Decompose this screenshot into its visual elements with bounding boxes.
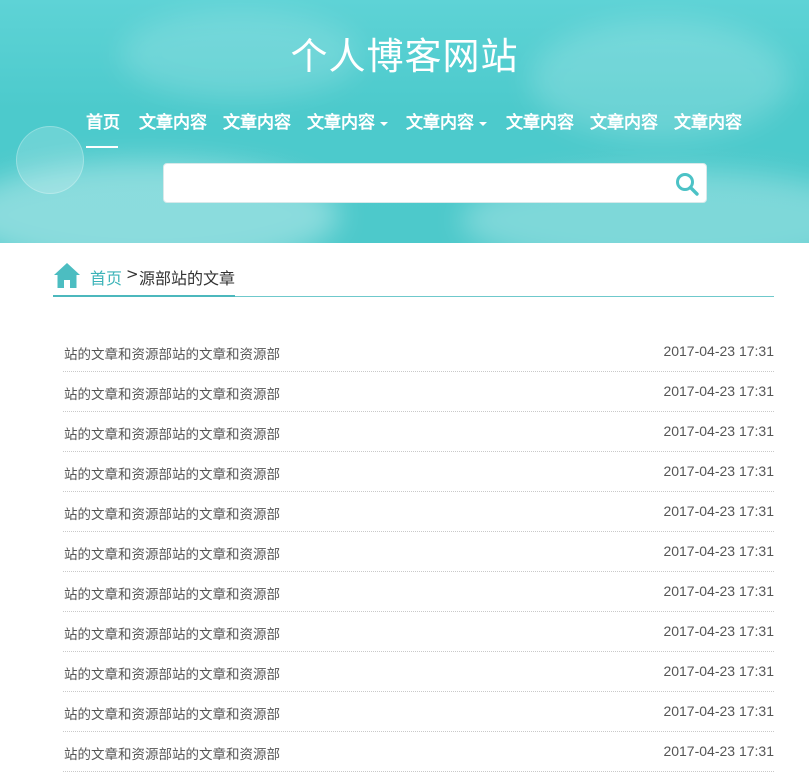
article-date: 2017-04-23 17:31 (663, 383, 774, 399)
nav-item-article-2[interactable]: 文章内容 (223, 108, 291, 133)
list-item: 站的文章和资源部站的文章和资源部 2017-04-23 17:31 (63, 693, 774, 732)
article-title-link[interactable]: 站的文章和资源部站的文章和资源部 (64, 343, 280, 363)
breadcrumb: 首页 > 源部站的文章 (53, 258, 774, 298)
nav-active-indicator (86, 146, 118, 148)
article-title-link[interactable]: 站的文章和资源部站的文章和资源部 (64, 503, 280, 523)
list-item: 站的文章和资源部站的文章和资源部 2017-04-23 17:31 (63, 653, 774, 692)
nav-item-article-5[interactable]: 文章内容 (506, 108, 574, 133)
nav-label: 首页 (86, 113, 120, 133)
breadcrumb-underline (53, 295, 235, 297)
article-title-link[interactable]: 站的文章和资源部站的文章和资源部 (64, 583, 280, 603)
article-date: 2017-04-23 17:31 (663, 543, 774, 559)
nav-label: 文章内容 (307, 113, 375, 133)
article-title-link[interactable]: 站的文章和资源部站的文章和资源部 (64, 743, 280, 763)
search-box (163, 163, 707, 203)
list-item: 站的文章和资源部站的文章和资源部 2017-04-23 17:31 (63, 493, 774, 532)
search-icon[interactable] (674, 171, 700, 197)
main-nav: 首页 文章内容 文章内容 文章内容 文章内容 文章内容 文章内容 文章内容 (0, 108, 809, 148)
article-title-link[interactable]: 站的文章和资源部站的文章和资源部 (64, 423, 280, 443)
breadcrumb-separator: > (126, 265, 139, 283)
article-title-link[interactable]: 站的文章和资源部站的文章和资源部 (64, 543, 280, 563)
list-item: 站的文章和资源部站的文章和资源部 2017-04-23 17:31 (63, 333, 774, 372)
article-title-link[interactable]: 站的文章和资源部站的文章和资源部 (64, 703, 280, 723)
nav-label: 文章内容 (674, 113, 742, 133)
caret-down-icon (479, 121, 487, 126)
article-date: 2017-04-23 17:31 (663, 503, 774, 519)
nav-label: 文章内容 (590, 113, 658, 133)
header-banner: 个人博客网站 首页 文章内容 文章内容 文章内容 文章内容 文章内容 文章内容 … (0, 0, 809, 243)
nav-item-home[interactable]: 首页 (86, 108, 120, 133)
search-input[interactable] (164, 164, 674, 200)
article-title-link[interactable]: 站的文章和资源部站的文章和资源部 (64, 463, 280, 483)
article-title-link[interactable]: 站的文章和资源部站的文章和资源部 (64, 663, 280, 683)
list-item: 站的文章和资源部站的文章和资源部 2017-04-23 17:31 (63, 453, 774, 492)
article-date: 2017-04-23 17:31 (663, 623, 774, 639)
article-date: 2017-04-23 17:31 (663, 663, 774, 679)
list-item: 站的文章和资源部站的文章和资源部 2017-04-23 17:31 (63, 533, 774, 572)
article-date: 2017-04-23 17:31 (663, 463, 774, 479)
article-date: 2017-04-23 17:31 (663, 343, 774, 359)
article-list: 站的文章和资源部站的文章和资源部 2017-04-23 17:31 站的文章和资源… (63, 333, 774, 773)
article-date: 2017-04-23 17:31 (663, 583, 774, 599)
breadcrumb-home-link[interactable]: 首页 (90, 265, 122, 289)
nav-item-article-7[interactable]: 文章内容 (674, 108, 742, 133)
nav-item-article-4-dropdown[interactable]: 文章内容 (406, 108, 487, 133)
home-icon (54, 263, 80, 288)
article-title-link[interactable]: 站的文章和资源部站的文章和资源部 (64, 623, 280, 643)
breadcrumb-current: 源部站的文章 (139, 269, 236, 288)
list-item: 站的文章和资源部站的文章和资源部 2017-04-23 17:31 (63, 413, 774, 452)
nav-item-article-3-dropdown[interactable]: 文章内容 (307, 108, 388, 133)
nav-label: 文章内容 (506, 113, 574, 133)
list-item: 站的文章和资源部站的文章和资源部 2017-04-23 17:31 (63, 613, 774, 652)
caret-down-icon (380, 121, 388, 126)
nav-label: 文章内容 (406, 113, 474, 133)
article-date: 2017-04-23 17:31 (663, 743, 774, 759)
nav-label: 文章内容 (223, 113, 291, 133)
nav-item-article-6[interactable]: 文章内容 (590, 108, 658, 133)
article-date: 2017-04-23 17:31 (663, 423, 774, 439)
article-date: 2017-04-23 17:31 (663, 703, 774, 719)
list-item: 站的文章和资源部站的文章和资源部 2017-04-23 17:31 (63, 573, 774, 612)
article-title-link[interactable]: 站的文章和资源部站的文章和资源部 (64, 383, 280, 403)
nav-item-article-1[interactable]: 文章内容 (139, 108, 207, 133)
list-item: 站的文章和资源部站的文章和资源部 2017-04-23 17:31 (63, 373, 774, 412)
nav-label: 文章内容 (139, 113, 207, 133)
site-title[interactable]: 个人博客网站 (0, 26, 809, 80)
